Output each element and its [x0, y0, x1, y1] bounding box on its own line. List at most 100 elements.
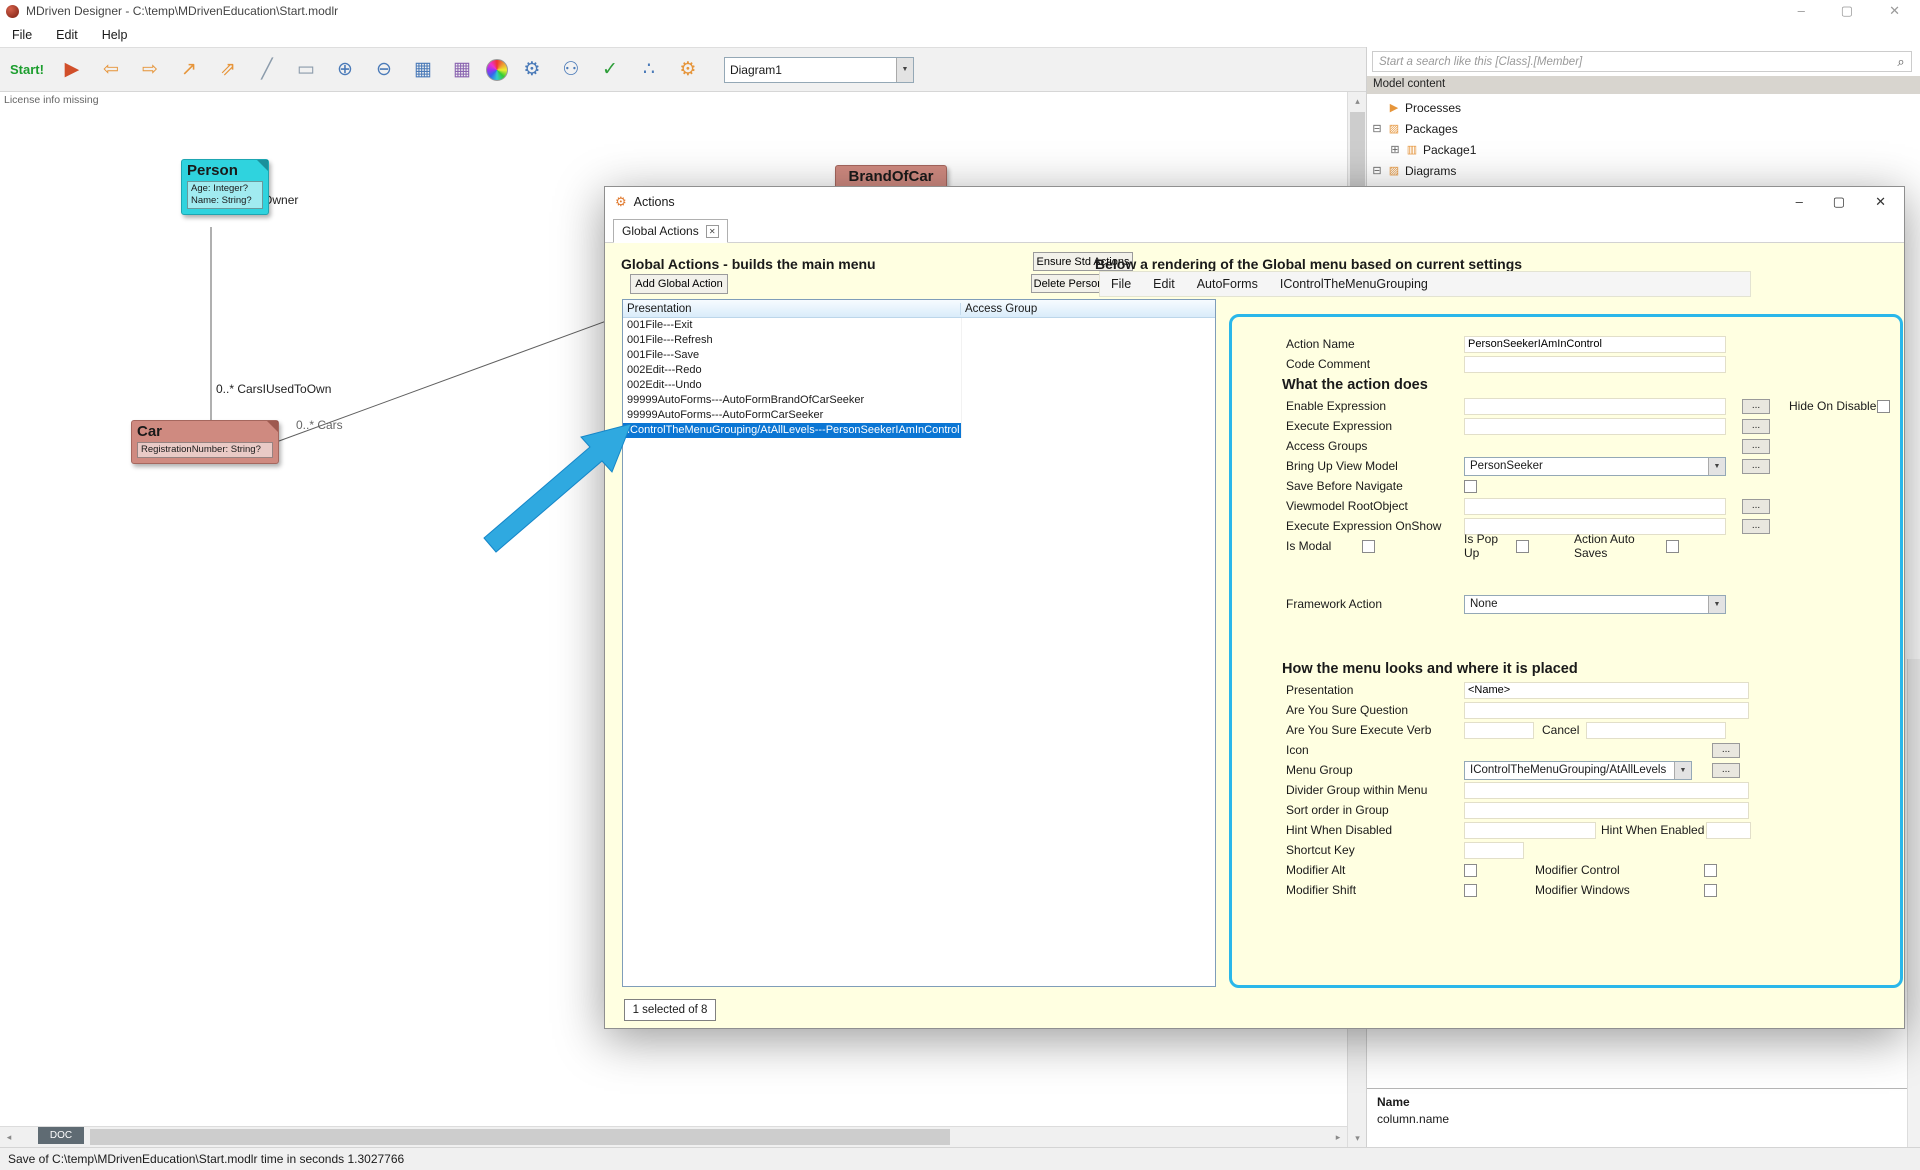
access-groups-icon[interactable]: ⚇ — [556, 55, 586, 85]
framework-action-select[interactable]: None ▼ — [1464, 595, 1726, 614]
modifier-shift-checkbox[interactable] — [1464, 884, 1477, 897]
enable-expression-field[interactable] — [1464, 398, 1726, 415]
draw-dependency-icon[interactable]: ╱ — [252, 55, 282, 85]
diagram-selector[interactable]: Diagram1 ▼ — [724, 57, 914, 83]
dialog-maximize-button[interactable]: ▢ — [1833, 194, 1845, 210]
tree-item-packages[interactable]: ⊟ ▨ Packages — [1371, 118, 1911, 139]
table-header[interactable]: Presentation Access Group — [623, 300, 1215, 318]
collapse-icon[interactable]: ⊟ — [1371, 122, 1383, 135]
tree-item-package1[interactable]: ⊞ ▥ Package1 — [1371, 139, 1911, 160]
code-comment-field[interactable] — [1464, 356, 1726, 373]
table-row[interactable]: 002Edit---Undo — [623, 378, 1215, 393]
ellipsis-button[interactable]: ... — [1742, 399, 1770, 414]
table-row[interactable]: 99999AutoForms---AutoFormCarSeeker — [623, 408, 1215, 423]
grid-view-icon[interactable]: ▦ — [408, 55, 438, 85]
property-name-value[interactable]: column.name — [1377, 1112, 1911, 1126]
shortcut-key-field[interactable] — [1464, 842, 1524, 859]
table-row[interactable]: 002Edit---Redo — [623, 363, 1215, 378]
ellipsis-button[interactable]: ... — [1742, 439, 1770, 454]
column-presentation[interactable]: Presentation — [623, 303, 961, 315]
hide-on-disable-checkbox[interactable] — [1877, 400, 1890, 413]
dialog-minimize-button[interactable]: – — [1796, 194, 1803, 210]
start-button[interactable]: Start! — [6, 62, 48, 77]
maximize-button[interactable]: ▢ — [1841, 3, 1853, 19]
draw-association-class-icon[interactable]: ⇗ — [213, 55, 243, 85]
ellipsis-button[interactable]: ... — [1742, 519, 1770, 534]
hint-when-disabled-field[interactable] — [1464, 822, 1596, 839]
execute-expression-field[interactable] — [1464, 418, 1726, 435]
tree-item-processes[interactable]: ▶ Processes — [1371, 97, 1911, 118]
expand-icon[interactable]: ⊞ — [1389, 143, 1401, 156]
save-before-navigate-checkbox[interactable] — [1464, 480, 1477, 493]
divider-group-field[interactable] — [1464, 782, 1749, 799]
column-access-group[interactable]: Access Group — [961, 303, 1215, 315]
settings-gear-icon[interactable]: ⚙ — [673, 55, 703, 85]
is-modal-checkbox[interactable] — [1362, 540, 1375, 553]
rendered-menu-file[interactable]: File — [1100, 277, 1142, 291]
scroll-down-icon[interactable]: ▾ — [1348, 1129, 1367, 1147]
nav-back-icon[interactable]: ⇦ — [96, 55, 126, 85]
horizontal-scroll-thumb[interactable] — [90, 1129, 950, 1145]
viewmodel-rootobject-field[interactable] — [1464, 498, 1726, 515]
are-you-sure-execute-verb-field[interactable] — [1464, 722, 1534, 739]
is-pop-up-checkbox[interactable] — [1516, 540, 1529, 553]
action-name-field[interactable] — [1464, 336, 1726, 353]
table-row-selected[interactable]: IControlTheMenuGrouping/AtAllLevels---Pe… — [623, 423, 1215, 438]
minimize-button[interactable]: – — [1798, 3, 1805, 19]
menu-file[interactable]: File — [12, 28, 32, 42]
zoom-in-icon[interactable]: ⊕ — [330, 55, 360, 85]
sidebar-scrollbar[interactable] — [1907, 659, 1920, 1170]
select-rectangle-icon[interactable]: ▭ — [291, 55, 321, 85]
scroll-up-icon[interactable]: ▴ — [1348, 92, 1367, 110]
zoom-out-icon[interactable]: ⊖ — [369, 55, 399, 85]
org-chart-icon[interactable]: ∴ — [634, 55, 664, 85]
table-row[interactable]: 001File---Save — [623, 348, 1215, 363]
draw-association-icon[interactable]: ↗ — [174, 55, 204, 85]
tree-item-diagrams[interactable]: ⊟ ▨ Diagrams — [1371, 160, 1911, 181]
action-auto-saves-checkbox[interactable] — [1666, 540, 1679, 553]
scroll-right-icon[interactable]: ▸ — [1329, 1127, 1347, 1148]
table-row[interactable]: 001File---Exit — [623, 318, 1215, 333]
are-you-sure-question-field[interactable] — [1464, 702, 1749, 719]
hint-when-enabled-field[interactable] — [1706, 822, 1751, 839]
close-button[interactable]: ✕ — [1889, 3, 1900, 19]
bring-up-view-model-select[interactable]: PersonSeeker ▼ — [1464, 457, 1726, 476]
color-wheel-icon[interactable] — [486, 59, 508, 81]
actor-settings-icon[interactable]: ⚙ — [517, 55, 547, 85]
tab-global-actions[interactable]: Global Actions ✕ — [613, 219, 728, 243]
menu-help[interactable]: Help — [102, 28, 128, 42]
ellipsis-button[interactable]: ... — [1712, 743, 1740, 758]
ellipsis-button[interactable]: ... — [1742, 459, 1770, 474]
menu-group-select[interactable]: IControlTheMenuGrouping/AtAllLevels ▼ — [1464, 761, 1692, 780]
search-input[interactable] — [1373, 56, 1891, 68]
table-row[interactable]: 001File---Refresh — [623, 333, 1215, 348]
rendered-menu-icontrol[interactable]: IControlTheMenuGrouping — [1269, 277, 1439, 291]
rendered-menu-edit[interactable]: Edit — [1142, 277, 1186, 291]
menu-edit[interactable]: Edit — [56, 28, 78, 42]
validate-icon[interactable]: ✓ — [595, 55, 625, 85]
collapse-icon[interactable]: ⊟ — [1371, 164, 1383, 177]
scroll-left-icon[interactable]: ◂ — [0, 1127, 18, 1148]
doc-tab[interactable]: DOC — [38, 1127, 84, 1144]
cancel-verb-field[interactable] — [1586, 722, 1726, 739]
modifier-windows-checkbox[interactable] — [1704, 884, 1717, 897]
modifier-alt-checkbox[interactable] — [1464, 864, 1477, 877]
dialog-titlebar[interactable]: ⚙ Actions – ▢ ✕ — [605, 187, 1904, 216]
dialog-close-button[interactable]: ✕ — [1875, 194, 1886, 210]
class-car[interactable]: Car RegistrationNumber: String? — [131, 420, 279, 464]
modifier-control-checkbox[interactable] — [1704, 864, 1717, 877]
search-icon[interactable]: ⌕ — [1891, 54, 1911, 70]
sort-order-field[interactable] — [1464, 802, 1749, 819]
nav-forward-icon[interactable]: ⇨ — [135, 55, 165, 85]
table-row[interactable]: 99999AutoForms---AutoFormBrandOfCarSeeke… — [623, 393, 1215, 408]
class-person[interactable]: Person Age: Integer? Name: String? — [181, 159, 269, 215]
ellipsis-button[interactable]: ... — [1742, 419, 1770, 434]
run-icon[interactable]: ▶ — [57, 55, 87, 85]
tab-close-icon[interactable]: ✕ — [706, 225, 719, 238]
ellipsis-button[interactable]: ... — [1742, 499, 1770, 514]
presentation-field[interactable] — [1464, 682, 1749, 699]
matrix-view-icon[interactable]: ▦ — [447, 55, 477, 85]
ellipsis-button[interactable]: ... — [1712, 763, 1740, 778]
add-global-action-button[interactable]: Add Global Action — [630, 274, 728, 294]
canvas-horizontal-scrollbar[interactable]: ◂ ▸ — [0, 1126, 1347, 1147]
